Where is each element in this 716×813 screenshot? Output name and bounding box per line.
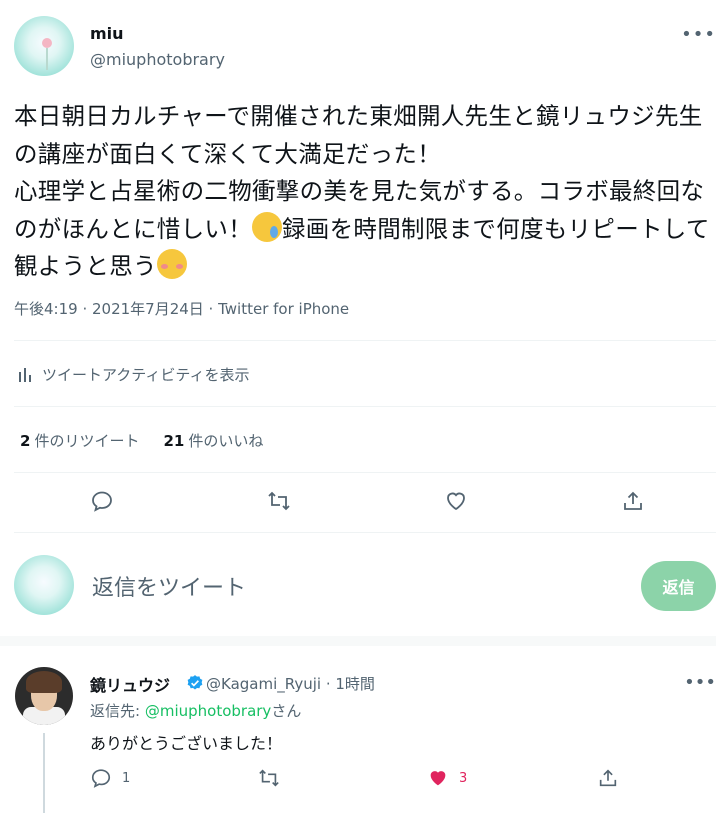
reply-to-prefix: 返信先: <box>90 702 145 720</box>
retweet-icon <box>259 769 279 787</box>
reply-reply-action[interactable]: 1 <box>90 767 130 789</box>
tweet-meta: 午後4:19 · 2021年7月24日 · Twitter for iPhone <box>14 300 350 318</box>
reply-input[interactable]: 返信をツイート <box>92 570 246 602</box>
tweet-text: 本日朝日カルチャーで開催された東畑開人先生と鏡リュウジ先生の講座が面白くて深くて… <box>14 98 714 286</box>
thread-line <box>43 733 45 813</box>
activity-label: ツイートアクティビティを表示 <box>42 366 250 384</box>
share-icon <box>599 769 617 787</box>
reply-more-icon[interactable]: ••• <box>684 672 716 693</box>
reply-retweet-action[interactable] <box>257 767 281 793</box>
divider <box>14 406 716 407</box>
like-icon[interactable] <box>441 486 471 516</box>
section-separator <box>0 636 716 646</box>
author-name[interactable]: miu <box>90 24 124 43</box>
reply-to-suffix: さん <box>271 702 302 720</box>
divider <box>14 340 716 341</box>
tweet-stats: 2 件のリツイート 21 件のいいね <box>20 430 263 451</box>
reply-author-name[interactable]: 鏡リュウジ <box>90 672 170 696</box>
reply-author-avatar[interactable] <box>15 667 73 725</box>
likes-stat[interactable]: 21 件のいいね <box>163 430 263 451</box>
reply-text: ありがとうございました！ <box>90 734 283 753</box>
like-count: 3 <box>459 770 468 786</box>
share-icon[interactable] <box>618 486 648 516</box>
retweets-label: 件のリツイート <box>34 432 140 450</box>
more-icon[interactable]: ••• <box>681 24 716 45</box>
verified-icon <box>187 675 203 690</box>
reply-to-handle[interactable]: @miuphotobrary <box>145 702 271 720</box>
author-handle[interactable]: @miuphotobrary <box>90 50 225 69</box>
divider <box>14 472 716 473</box>
smiling-face-emoji-icon <box>156 249 187 279</box>
reply-like-action[interactable]: 3 <box>427 767 467 789</box>
reply-share-action[interactable] <box>597 767 619 793</box>
reply-icon <box>91 769 111 788</box>
reply-count: 1 <box>122 770 131 786</box>
tweet-activity-link[interactable]: ツイートアクティビティを表示 <box>16 364 249 385</box>
retweet-icon[interactable] <box>264 486 294 516</box>
liked-heart-icon <box>430 771 446 786</box>
crying-face-emoji-icon <box>252 211 282 242</box>
author-avatar[interactable] <box>14 16 74 76</box>
reply-author-handle[interactable]: @Kagami_Ryuji · 1時間 <box>206 673 375 694</box>
compose-avatar[interactable] <box>14 555 74 615</box>
retweets-stat[interactable]: 2 件のリツイート <box>20 430 139 451</box>
likes-count: 21 <box>163 432 185 450</box>
divider <box>14 532 716 533</box>
reply-to-line: 返信先: @miuphotobraryさん <box>90 700 301 721</box>
reply-button[interactable]: 返信 <box>641 561 716 611</box>
analytics-icon <box>19 367 31 382</box>
retweets-count: 2 <box>20 432 31 450</box>
likes-label: 件のいいね <box>188 432 264 450</box>
reply-icon[interactable] <box>87 486 117 516</box>
